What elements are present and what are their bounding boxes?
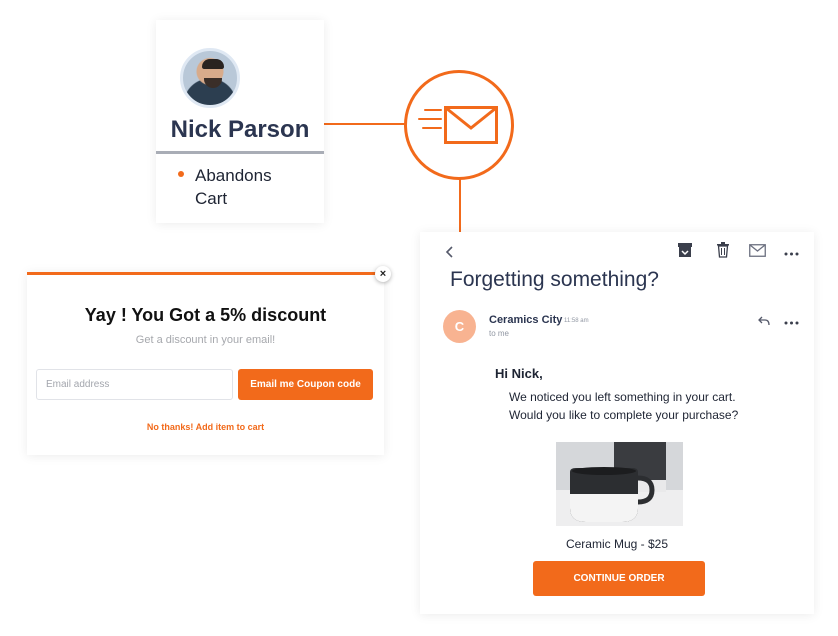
- sender-time: 11:58 am: [564, 318, 589, 324]
- sender-avatar: C: [443, 310, 476, 343]
- archive-icon[interactable]: [677, 242, 693, 258]
- close-icon[interactable]: ×: [375, 266, 391, 282]
- continue-order-button[interactable]: CONTINUE ORDER: [533, 561, 705, 596]
- recipient-label: to me: [489, 329, 510, 338]
- profile-name: Nick Parson: [170, 116, 310, 143]
- connector-line: [459, 178, 461, 233]
- email-card: Forgetting something? C Ceramics City 11…: [420, 232, 814, 614]
- speed-line: [422, 127, 442, 129]
- email-coupon-button[interactable]: Email me Coupon code: [238, 369, 373, 400]
- profile-card: Nick Parson Abandons Cart: [156, 20, 324, 223]
- reply-icon[interactable]: [758, 316, 770, 326]
- bullet: [178, 171, 184, 177]
- popup-title: Yay ! You Got a 5% discount: [84, 305, 327, 325]
- email-input[interactable]: [36, 369, 233, 400]
- mail-circle: [404, 70, 514, 180]
- avatar: [180, 48, 240, 108]
- product-caption: Ceramic Mug - $25: [565, 537, 669, 551]
- product-image: [556, 442, 683, 526]
- email-subject: Forgetting something?: [450, 268, 659, 291]
- sender-name: Ceramics City: [489, 314, 563, 326]
- body-line: Would you like to complete your purchase…: [509, 408, 739, 422]
- connector-line: [324, 123, 406, 125]
- mail-icon: [444, 106, 498, 144]
- greeting: Hi Nick,: [495, 366, 543, 381]
- no-thanks-link[interactable]: No thanks! Add item to cart: [27, 422, 384, 432]
- back-icon[interactable]: [445, 245, 455, 259]
- popup-subtitle: Get a discount in your email!: [135, 334, 276, 346]
- more-icon[interactable]: [784, 252, 799, 256]
- speed-line: [424, 109, 442, 111]
- profile-event: Abandons Cart: [195, 166, 272, 208]
- more-icon[interactable]: [784, 321, 799, 325]
- body-line: We noticed you left something in your ca…: [509, 390, 736, 404]
- trash-icon[interactable]: [716, 241, 730, 258]
- envelope-icon[interactable]: [749, 244, 766, 257]
- speed-line: [418, 118, 442, 120]
- coupon-popup: Yay ! You Got a 5% discount Get a discou…: [27, 272, 384, 455]
- divider: [156, 151, 324, 154]
